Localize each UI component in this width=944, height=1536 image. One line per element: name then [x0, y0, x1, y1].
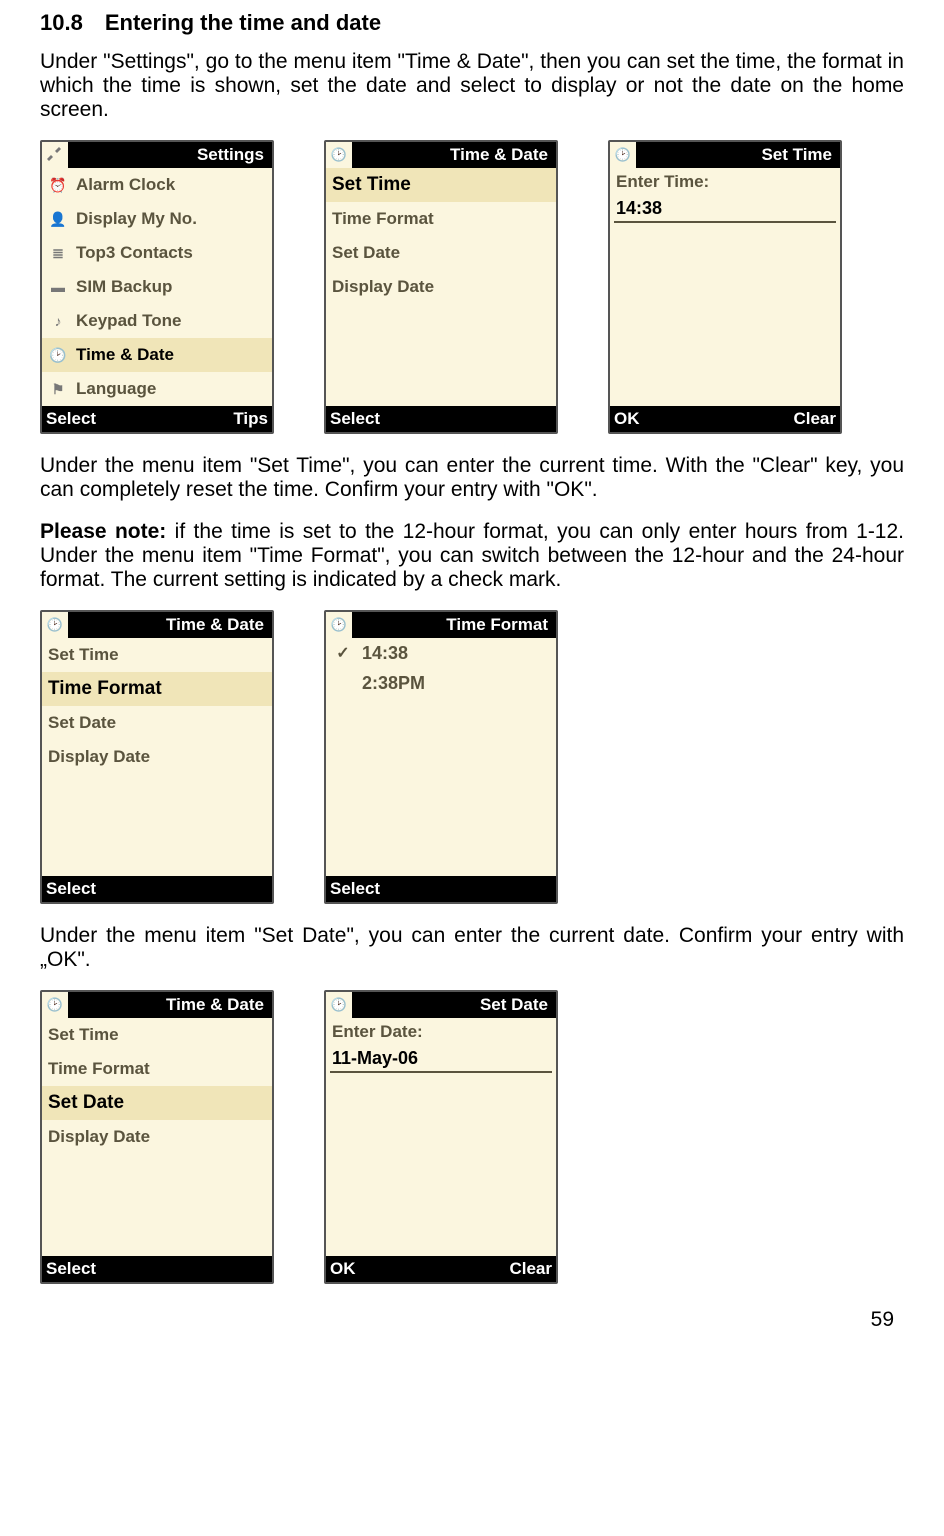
title-text: Time & Date	[352, 145, 552, 165]
menu-item-language[interactable]: ⚑Language	[42, 372, 272, 406]
menu-item-time-format[interactable]: Time Format	[42, 672, 272, 706]
softkey-tips[interactable]: Tips	[233, 409, 268, 429]
title-text: Set Time	[636, 145, 836, 165]
screen-time-date-1: 🕑 Time & Date Set Time Time Format Set D…	[324, 140, 558, 434]
titlebar: 🕑 Time Format	[326, 612, 556, 638]
softkey-select[interactable]: Select	[46, 879, 96, 899]
paragraph-4: Under the menu item "Set Date", you can …	[40, 924, 904, 972]
menu-item-alarm-clock[interactable]: ⏰Alarm Clock	[42, 168, 272, 202]
softkey-select[interactable]: Select	[330, 409, 380, 429]
paragraph-3-rest: if the time is set to the 12-hour format…	[40, 520, 904, 591]
screenshot-row-3: 🕑 Time & Date Set Time Time Format Set D…	[40, 990, 904, 1284]
enter-time-label: Enter Time:	[610, 168, 840, 196]
clock-icon: 🕑	[326, 992, 352, 1018]
menu-item-display-my-no[interactable]: 👤Display My No.	[42, 202, 272, 236]
menu-item-keypad-tone[interactable]: ♪Keypad Tone	[42, 304, 272, 338]
paragraph-3: Please note: if the time is set to the 1…	[40, 520, 904, 592]
clock-icon: 🕑	[326, 142, 352, 168]
menu-item-display-date[interactable]: Display Date	[326, 270, 556, 304]
softkey-bar: Select	[42, 876, 272, 902]
menu-item-time-format[interactable]: Time Format	[326, 202, 556, 236]
menu-item-display-date[interactable]: Display Date	[42, 740, 272, 774]
screen-time-format: 🕑 Time Format ✓14:38 2:38PM Select	[324, 610, 558, 904]
format-option-24h[interactable]: ✓14:38	[326, 638, 556, 668]
menu-item-time-format[interactable]: Time Format	[42, 1052, 272, 1086]
menu-list: Set Time Time Format Set Date Display Da…	[42, 638, 272, 876]
section-number: 10.8	[40, 10, 83, 35]
menu-item-set-date[interactable]: Set Date	[326, 236, 556, 270]
softkey-clear[interactable]: Clear	[793, 409, 836, 429]
menu-item-set-time[interactable]: Set Time	[42, 638, 272, 672]
softkey-ok[interactable]: OK	[330, 1259, 356, 1279]
clock-icon: 🕑	[46, 343, 70, 367]
time-input[interactable]: 14:38	[614, 196, 836, 223]
section-heading: 10.8 Entering the time and date	[40, 10, 904, 36]
softkey-clear[interactable]: Clear	[509, 1259, 552, 1279]
menu-item-set-time[interactable]: Set Time	[42, 1018, 272, 1052]
menu-item-display-date[interactable]: Display Date	[42, 1120, 272, 1154]
titlebar: Settings	[42, 142, 272, 168]
list-icon: ≣	[46, 241, 70, 265]
screenshot-row-2: 🕑 Time & Date Set Time Time Format Set D…	[40, 610, 904, 904]
titlebar: 🕑 Set Time	[610, 142, 840, 168]
screen-settings: Settings ⏰Alarm Clock 👤Display My No. ≣T…	[40, 140, 274, 434]
tone-icon: ♪	[46, 309, 70, 333]
menu-list: Set Time Time Format Set Date Display Da…	[326, 168, 556, 406]
softkey-bar: OK Clear	[610, 406, 840, 432]
please-note-label: Please note:	[40, 520, 166, 543]
tools-icon	[42, 142, 68, 168]
clock-icon: 🕑	[42, 992, 68, 1018]
titlebar: 🕑 Time & Date	[326, 142, 556, 168]
screenshot-row-1: Settings ⏰Alarm Clock 👤Display My No. ≣T…	[40, 140, 904, 434]
paragraph-2: Under the menu item "Set Time", you can …	[40, 454, 904, 502]
menu-item-top3-contacts[interactable]: ≣Top3 Contacts	[42, 236, 272, 270]
screen-set-time: 🕑 Set Time Enter Time: 14:38 OK Clear	[608, 140, 842, 434]
menu-item-time-date[interactable]: 🕑Time & Date	[42, 338, 272, 372]
alarm-icon: ⏰	[46, 173, 70, 197]
titlebar: 🕑 Time & Date	[42, 992, 272, 1018]
softkey-ok[interactable]: OK	[614, 409, 640, 429]
menu-item-sim-backup[interactable]: ▬SIM Backup	[42, 270, 272, 304]
title-text: Settings	[68, 145, 268, 165]
menu-list: Set Time Time Format Set Date Display Da…	[42, 1018, 272, 1256]
screen-time-date-2: 🕑 Time & Date Set Time Time Format Set D…	[40, 610, 274, 904]
menu-item-set-date[interactable]: Set Date	[42, 706, 272, 740]
clock-icon: 🕑	[610, 142, 636, 168]
screen-set-date: 🕑 Set Date Enter Date: 11-May-06 OK Clea…	[324, 990, 558, 1284]
screen-time-date-3: 🕑 Time & Date Set Time Time Format Set D…	[40, 990, 274, 1284]
softkey-bar: Select	[326, 876, 556, 902]
entry-area: Enter Time: 14:38	[610, 168, 840, 406]
softkey-select[interactable]: Select	[330, 879, 380, 899]
sim-icon: ▬	[46, 275, 70, 299]
softkey-bar: Select	[326, 406, 556, 432]
page-number: 59	[40, 1308, 904, 1332]
title-text: Set Date	[352, 995, 552, 1015]
title-text: Time Format	[352, 615, 552, 635]
clock-icon: 🕑	[326, 612, 352, 638]
page: 10.8 Entering the time and date Under "Se…	[0, 0, 944, 1352]
titlebar: 🕑 Set Date	[326, 992, 556, 1018]
enter-date-label: Enter Date:	[326, 1018, 556, 1046]
paragraph-1: Under "Settings", go to the menu item "T…	[40, 50, 904, 122]
check-icon: ✓	[334, 643, 352, 663]
date-input[interactable]: 11-May-06	[330, 1046, 552, 1073]
clock-icon: 🕑	[42, 612, 68, 638]
contact-icon: 👤	[46, 207, 70, 231]
format-option-12h[interactable]: 2:38PM	[326, 668, 556, 698]
entry-area: Enter Date: 11-May-06	[326, 1018, 556, 1256]
softkey-select[interactable]: Select	[46, 1259, 96, 1279]
menu-list: ⏰Alarm Clock 👤Display My No. ≣Top3 Conta…	[42, 168, 272, 406]
softkey-bar: OK Clear	[326, 1256, 556, 1282]
flag-icon: ⚑	[46, 377, 70, 401]
menu-item-set-time[interactable]: Set Time	[326, 168, 556, 202]
format-list: ✓14:38 2:38PM	[326, 638, 556, 876]
softkey-select[interactable]: Select	[46, 409, 96, 429]
section-title: Entering the time and date	[105, 10, 381, 35]
softkey-bar: Select	[42, 1256, 272, 1282]
menu-item-set-date[interactable]: Set Date	[42, 1086, 272, 1120]
title-text: Time & Date	[68, 995, 268, 1015]
softkey-bar: Select Tips	[42, 406, 272, 432]
titlebar: 🕑 Time & Date	[42, 612, 272, 638]
title-text: Time & Date	[68, 615, 268, 635]
